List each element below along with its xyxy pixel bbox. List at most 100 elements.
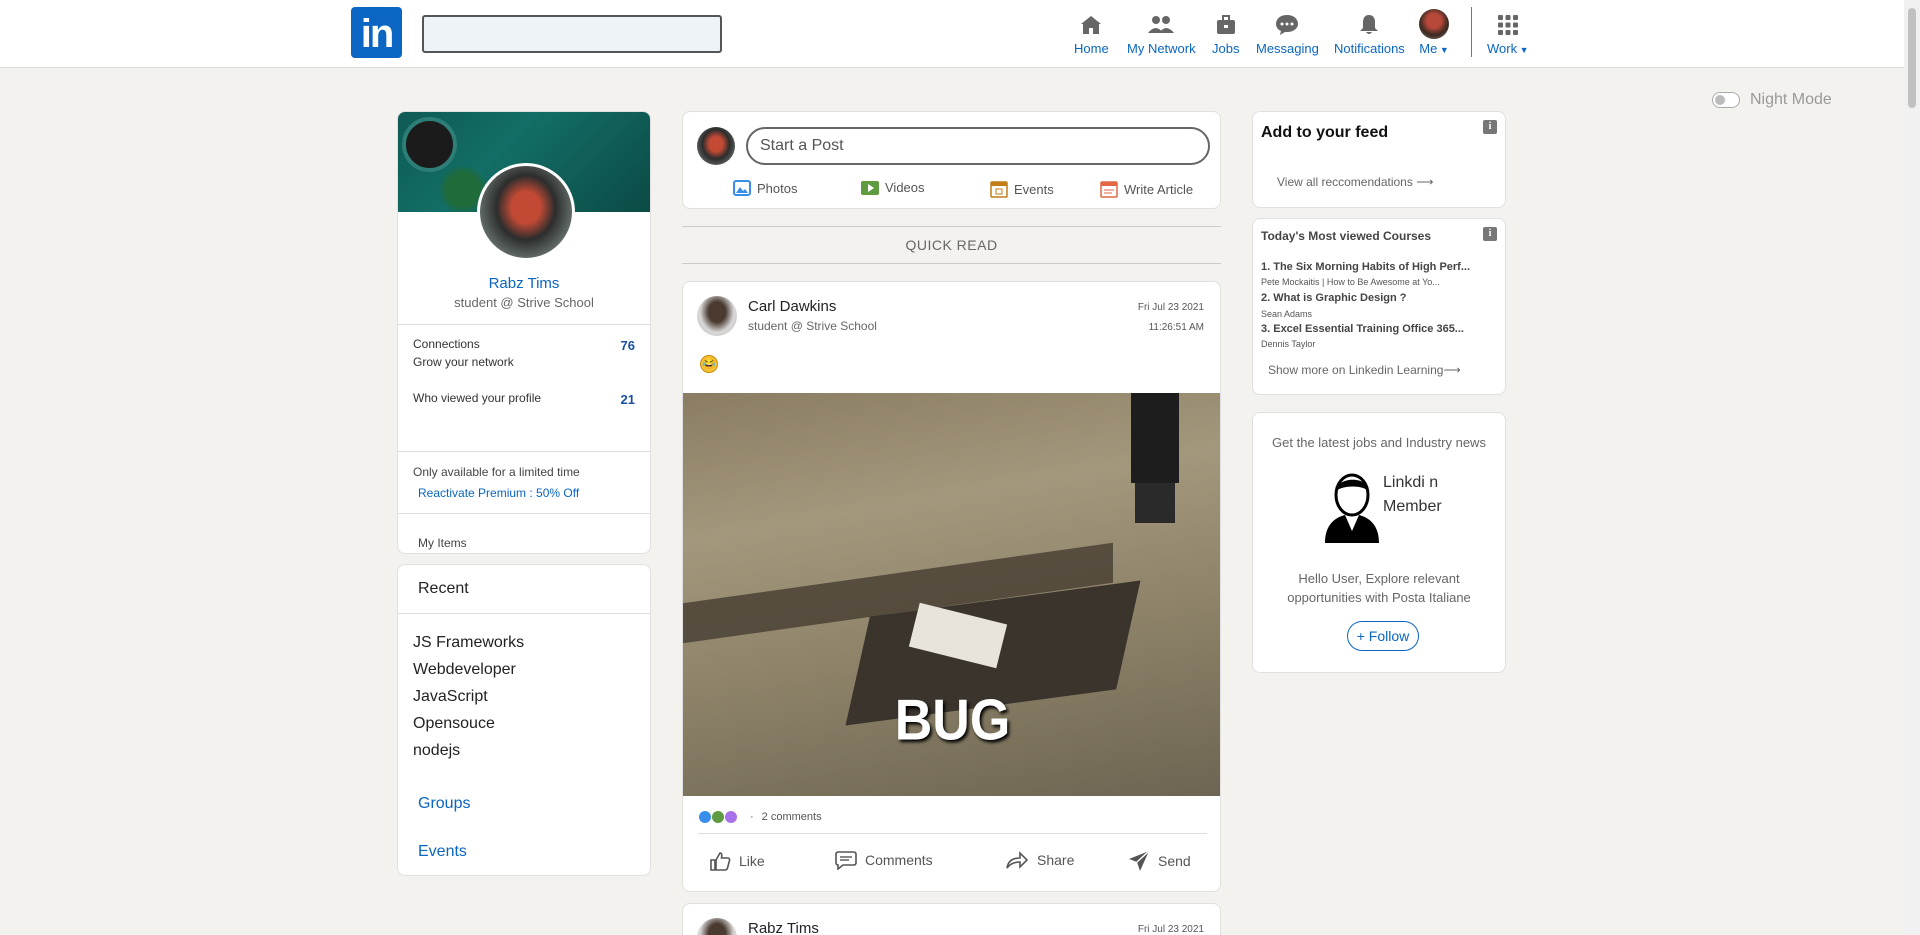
post-author-name[interactable]: Rabz Tims <box>748 920 819 935</box>
share-button[interactable]: Share <box>1005 850 1074 870</box>
nav-label: Work <box>1487 41 1518 56</box>
post-time: 11:26:51 AM <box>1148 322 1204 333</box>
toggle-switch[interactable] <box>1712 92 1740 108</box>
ad-headline: Get the latest jobs and Industry news <box>1272 435 1486 450</box>
groups-link[interactable]: Groups <box>418 795 470 813</box>
like-label: Like <box>739 853 765 869</box>
divider <box>398 324 650 325</box>
nav-label: Me <box>1419 41 1438 56</box>
search-input[interactable] <box>422 15 722 53</box>
like-reaction-icon <box>698 810 712 824</box>
course-link[interactable]: 2. What is Graphic Design ? <box>1261 292 1406 304</box>
photos-label: Photos <box>757 180 798 196</box>
card-title: Add to your feed <box>1261 124 1389 141</box>
member-silhouette-icon <box>1325 473 1379 543</box>
videos-button[interactable]: Videos <box>861 180 925 195</box>
photos-button[interactable]: Photos <box>733 180 797 196</box>
nav-label: Messaging <box>1256 41 1319 56</box>
comments-count[interactable]: 2 comments <box>762 811 822 823</box>
divider <box>398 613 650 614</box>
scrollbar-thumb[interactable] <box>1908 8 1916 108</box>
nav-my-network[interactable]: My Network <box>1127 10 1196 56</box>
follow-button[interactable]: + Follow <box>1347 621 1419 651</box>
recent-item[interactable]: nodejs <box>413 742 460 760</box>
nav-jobs[interactable]: Jobs <box>1212 10 1239 56</box>
share-icon <box>1006 851 1029 869</box>
grid-icon <box>1487 10 1529 40</box>
avatar <box>1419 8 1449 39</box>
profile-card: Rabz Tims student @ Strive School Connec… <box>397 111 651 554</box>
recent-title: Recent <box>418 580 469 597</box>
write-article-button[interactable]: Write Article <box>1100 180 1193 198</box>
info-icon[interactable]: i <box>1483 120 1497 134</box>
post-date: Fri Jul 23 2021 <box>1137 302 1204 313</box>
chat-icon <box>1256 10 1319 40</box>
nav-messaging[interactable]: Messaging <box>1256 10 1319 56</box>
quick-read-header[interactable]: QUICK READ <box>682 226 1221 264</box>
like-button[interactable]: Like <box>709 850 765 872</box>
course-link[interactable]: 3. Excel Essential Training Office 365..… <box>1261 323 1464 335</box>
my-items-link[interactable]: My Items <box>418 536 467 550</box>
nav-me[interactable]: Me ▼ <box>1419 7 1449 56</box>
start-post-card: Start a Post Photos Videos Events Write … <box>682 111 1221 209</box>
grow-network-label[interactable]: Grow your network <box>413 355 514 369</box>
briefcase-icon <box>1212 10 1239 40</box>
linkedin-logo[interactable]: in <box>351 7 402 58</box>
bell-icon <box>1334 10 1405 40</box>
course-author: Dennis Taylor <box>1261 339 1316 349</box>
show-more-learning-link[interactable]: Show more on Linkedin Learning⟶ <box>1268 363 1461 377</box>
start-post-input[interactable]: Start a Post <box>746 127 1210 165</box>
article-icon <box>1100 181 1118 198</box>
info-icon[interactable]: i <box>1483 227 1497 241</box>
nav-work[interactable]: Work ▼ <box>1487 10 1529 56</box>
send-button[interactable]: Send <box>1128 850 1191 872</box>
nav-notifications[interactable]: Notifications <box>1334 10 1405 56</box>
post-author-name[interactable]: Carl Dawkins <box>748 298 836 315</box>
profile-name[interactable]: Rabz Tims <box>398 275 650 292</box>
divider <box>698 833 1207 834</box>
video-icon <box>861 180 879 195</box>
course-author: Pete Mockaitis | How to Be Awesome at Yo… <box>1261 277 1440 287</box>
profile-views-count: 21 <box>620 392 635 407</box>
connections-label[interactable]: Connections <box>413 337 480 351</box>
laughing-emoji-icon: 😂 <box>700 355 718 373</box>
image-caption: BUG <box>894 689 1011 753</box>
recent-item[interactable]: JavaScript <box>413 688 488 706</box>
network-icon <box>1127 10 1196 40</box>
night-mode-toggle[interactable]: Night Mode <box>1712 91 1832 109</box>
feed-post: Carl Dawkins student @ Strive School Fri… <box>682 281 1221 892</box>
recent-item[interactable]: Opensouce <box>413 715 495 733</box>
recent-card: Recent JS Frameworks Webdeveloper JavaSc… <box>397 564 651 876</box>
nav-divider <box>1471 7 1472 57</box>
page-scrollbar[interactable] <box>1904 0 1920 935</box>
comments-label: Comments <box>865 852 933 868</box>
profile-avatar[interactable] <box>477 163 575 261</box>
reactions-summary[interactable]: · 2 comments <box>698 810 822 824</box>
thumbs-up-icon <box>710 852 731 871</box>
view-recommendations-link[interactable]: View all reccomendations ⟶ <box>1277 175 1433 189</box>
courses-card: Today's Most viewed Courses i 1. The Six… <box>1252 218 1506 395</box>
events-link[interactable]: Events <box>418 843 467 861</box>
divider <box>398 513 650 514</box>
recent-item[interactable]: JS Frameworks <box>413 634 524 652</box>
events-button[interactable]: Events <box>990 180 1054 198</box>
top-navbar: in Home My Network Jobs Messaging Notifi… <box>0 0 1920 68</box>
nav-label: Notifications <box>1334 41 1405 56</box>
post-image[interactable]: BUG <box>683 393 1220 796</box>
post-date: Fri Jul 23 2021 <box>1137 924 1204 935</box>
connections-count: 76 <box>620 338 635 353</box>
member-image-alt: Linkdi n Member <box>1383 474 1442 515</box>
nav-home[interactable]: Home <box>1074 10 1109 56</box>
comment-icon <box>835 851 857 870</box>
love-reaction-icon <box>724 810 738 824</box>
course-link[interactable]: 1. The Six Morning Habits of High Perf..… <box>1261 261 1470 273</box>
calendar-icon <box>990 181 1008 198</box>
reactivate-premium-link[interactable]: Reactivate Premium : 50% Off <box>418 486 579 500</box>
author-avatar[interactable] <box>697 918 737 935</box>
author-avatar[interactable] <box>697 296 737 336</box>
comment-button[interactable]: Comments <box>835 850 933 870</box>
recent-item[interactable]: Webdeveloper <box>413 661 516 679</box>
profile-subtitle: student @ Strive School <box>454 295 594 310</box>
post-author-subtitle: student @ Strive School <box>748 319 877 333</box>
profile-views-label[interactable]: Who viewed your profile <box>413 391 541 405</box>
